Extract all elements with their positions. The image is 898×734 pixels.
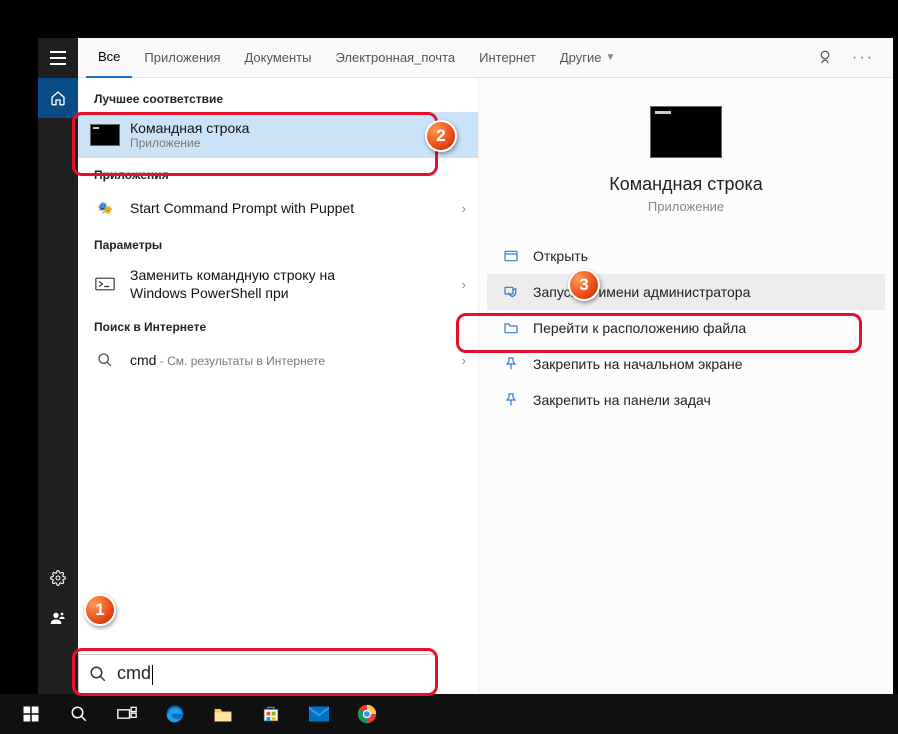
open-icon: [501, 248, 521, 264]
preview-app-icon: [650, 106, 722, 158]
chevron-right-icon: ›: [462, 353, 466, 368]
search-panel: Все Приложения Документы Электронная_поч…: [38, 38, 893, 694]
section-best-match: Лучшее соответствие: [78, 82, 478, 112]
chevron-right-icon: ›: [462, 201, 466, 216]
home-icon[interactable]: [38, 78, 78, 118]
tab-docs[interactable]: Документы: [232, 38, 323, 78]
section-web: Поиск в Интернете: [78, 310, 478, 340]
chrome-icon[interactable]: [344, 694, 390, 734]
rail-spacer: [38, 638, 78, 694]
result-title: Start Command Prompt with Puppet: [130, 200, 452, 216]
task-view[interactable]: [104, 694, 150, 734]
feedback-icon[interactable]: [811, 44, 839, 72]
action-label: Запуск от имени администратора: [533, 284, 750, 300]
result-replace-powershell[interactable]: Заменить командную строку на Windows Pow…: [78, 258, 478, 310]
result-web-cmd[interactable]: cmd - См. результаты в Интернете ›: [78, 340, 478, 380]
action-open[interactable]: Открыть: [487, 238, 885, 274]
folder-icon: [501, 320, 521, 336]
filter-tabs: Все Приложения Документы Электронная_поч…: [78, 38, 893, 78]
result-subtitle: Приложение: [130, 136, 466, 150]
result-title-line2: Windows PowerShell при: [130, 285, 289, 301]
start-button[interactable]: [8, 694, 54, 734]
search-icon: [89, 665, 107, 683]
action-label: Закрепить на панели задач: [533, 392, 711, 408]
action-label: Открыть: [533, 248, 588, 264]
search-input[interactable]: cmd: [78, 654, 436, 694]
settings-icon[interactable]: [38, 558, 78, 598]
tab-internet[interactable]: Интернет: [467, 38, 548, 78]
cmd-icon: [90, 124, 120, 146]
hamburger-menu[interactable]: [38, 38, 78, 78]
left-rail: [38, 38, 78, 694]
tab-more[interactable]: Другие▼: [548, 38, 628, 78]
pin-icon: [501, 392, 521, 408]
powershell-icon: [90, 272, 120, 296]
section-settings: Параметры: [78, 228, 478, 258]
result-title-line1: Заменить командную строку на: [130, 267, 335, 283]
action-open-location[interactable]: Перейти к расположению файла: [487, 310, 885, 346]
results-column: Лучшее соответствие Командная строка При…: [78, 78, 478, 694]
tab-mail[interactable]: Электронная_почта: [323, 38, 467, 78]
account-icon[interactable]: [38, 598, 78, 638]
tab-all[interactable]: Все: [86, 38, 132, 78]
preview-subtitle: Приложение: [648, 199, 724, 214]
action-run-as-admin[interactable]: Запуск от имени администратора: [487, 274, 885, 310]
edge-icon[interactable]: [152, 694, 198, 734]
action-label: Закрепить на начальном экране: [533, 356, 743, 372]
action-pin-start[interactable]: Закрепить на начальном экране: [487, 346, 885, 382]
taskbar: [0, 694, 898, 734]
preview-title: Командная строка: [609, 174, 763, 195]
more-options-icon[interactable]: ···: [849, 44, 877, 72]
file-explorer-icon[interactable]: [200, 694, 246, 734]
result-title: Командная строка: [130, 120, 466, 136]
mail-icon[interactable]: [296, 694, 342, 734]
preview-pane: Командная строка Приложение Открыть Запу…: [478, 78, 893, 694]
result-puppet[interactable]: 🎭 Start Command Prompt with Puppet ›: [78, 188, 478, 228]
search-icon: [90, 348, 120, 372]
admin-shield-icon: [501, 284, 521, 300]
puppet-icon: 🎭: [90, 196, 120, 220]
action-pin-taskbar[interactable]: Закрепить на панели задач: [487, 382, 885, 418]
taskbar-search[interactable]: [56, 694, 102, 734]
store-icon[interactable]: [248, 694, 294, 734]
result-title: cmd: [130, 352, 156, 368]
main-area: Все Приложения Документы Электронная_поч…: [78, 38, 893, 694]
chevron-down-icon: ▼: [605, 52, 615, 63]
tab-apps[interactable]: Приложения: [132, 38, 232, 78]
result-subtitle: - См. результаты в Интернете: [156, 354, 325, 368]
result-cmd[interactable]: Командная строка Приложение: [78, 112, 478, 158]
search-value: cmd: [117, 663, 425, 684]
action-label: Перейти к расположению файла: [533, 320, 746, 336]
chevron-right-icon: ›: [462, 277, 466, 292]
section-apps: Приложения: [78, 158, 478, 188]
pin-icon: [501, 356, 521, 372]
